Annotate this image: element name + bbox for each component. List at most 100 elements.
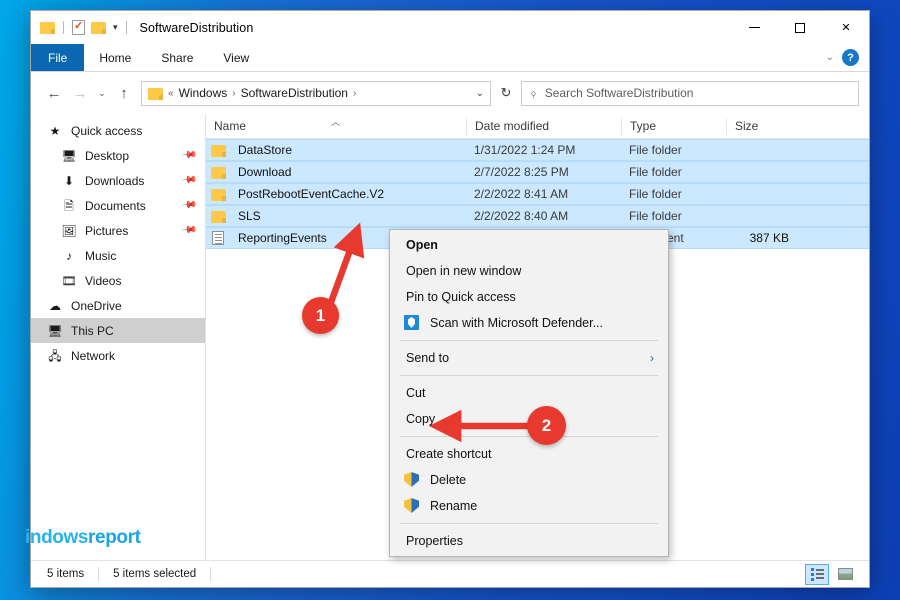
cell-date: 1/31/2022 1:24 PM xyxy=(466,143,621,157)
menu-item-label: Rename xyxy=(430,499,477,513)
customize-caret-icon[interactable]: ▾ xyxy=(113,22,118,33)
uac-shield-icon xyxy=(404,498,419,513)
column-header-size[interactable]: Size xyxy=(726,118,800,135)
tab-file[interactable]: File xyxy=(31,44,84,71)
address-bar[interactable]: « Windows › SoftwareDistribution › ⌄ xyxy=(141,81,491,106)
search-box[interactable]: ⌕ Search SoftwareDistribution xyxy=(521,81,859,106)
menu-separator xyxy=(400,523,658,524)
sidebar-item-pictures[interactable]: 🖼 Pictures 📌 xyxy=(31,218,205,243)
table-row[interactable]: DataStore 1/31/2022 1:24 PM File folder xyxy=(206,139,869,161)
folder-icon xyxy=(206,144,230,157)
folder-icon[interactable] xyxy=(40,21,55,34)
table-row[interactable]: PostRebootEventCache.V2 2/2/2022 8:41 AM… xyxy=(206,183,869,205)
tab-home[interactable]: Home xyxy=(84,44,146,71)
new-folder-icon[interactable] xyxy=(91,21,106,34)
column-header-date-modified[interactable]: Date modified xyxy=(466,118,621,135)
search-input[interactable]: Search SoftwareDistribution xyxy=(545,86,694,100)
cell-date: 2/2/2022 8:41 AM xyxy=(466,187,621,201)
large-icons-view-icon xyxy=(838,568,853,580)
documents-icon: 🗎 xyxy=(61,200,77,212)
tab-view[interactable]: View xyxy=(208,44,264,71)
thispc-icon: 🖥 xyxy=(47,325,63,337)
address-folder-icon xyxy=(148,87,163,100)
cell-name: PostRebootEventCache.V2 xyxy=(230,187,466,201)
toolbar-divider xyxy=(63,21,64,34)
details-view-button[interactable] xyxy=(805,564,829,585)
pictures-icon: 🖼 xyxy=(61,225,77,237)
menu-item-properties[interactable]: Properties xyxy=(390,528,668,554)
sidebar-item-this-pc[interactable]: 🖥 This PC xyxy=(31,318,205,343)
cell-size: 387 KB xyxy=(726,231,800,245)
chevron-right-icon: › xyxy=(650,351,654,365)
breadcrumb-overflow-icon[interactable]: « xyxy=(168,88,174,99)
sidebar-item-onedrive[interactable]: ☁ OneDrive xyxy=(31,293,205,318)
back-button[interactable]: ← xyxy=(41,80,67,106)
sidebar-item-desktop[interactable]: 🖥 Desktop 📌 xyxy=(31,143,205,168)
pin-icon[interactable]: 📌 xyxy=(180,222,197,238)
forward-button[interactable]: → xyxy=(67,80,93,106)
close-button[interactable]: ✕ xyxy=(823,11,869,44)
recent-locations-button[interactable]: ⌄ xyxy=(93,80,111,106)
menu-item-scan-with-microsoft-defender[interactable]: Scan with Microsoft Defender... xyxy=(390,310,668,336)
menu-item-label: Delete xyxy=(430,473,466,487)
refresh-button[interactable]: ↻ xyxy=(491,81,521,106)
cell-type: File folder xyxy=(621,209,726,223)
maximize-icon xyxy=(795,23,805,33)
menu-item-open[interactable]: Open xyxy=(390,232,668,258)
window-controls: ✕ xyxy=(731,11,869,44)
minimize-button[interactable] xyxy=(731,11,777,44)
column-header-type[interactable]: Type xyxy=(621,118,726,135)
defender-shield-icon xyxy=(404,315,419,330)
properties-icon[interactable] xyxy=(72,20,85,35)
sidebar-item-quick-access[interactable]: ★ Quick access xyxy=(31,118,205,143)
annotation-marker-2: 2 xyxy=(527,406,566,445)
breadcrumb-separator-2[interactable]: › xyxy=(353,88,356,99)
uac-shield-icon xyxy=(404,472,419,487)
menu-item-cut[interactable]: Cut xyxy=(390,380,668,406)
menu-item-rename[interactable]: Rename xyxy=(390,493,668,519)
large-icons-view-button[interactable] xyxy=(833,564,857,585)
cell-type: File folder xyxy=(621,143,726,157)
sidebar-item-downloads[interactable]: ⬇ Downloads 📌 xyxy=(31,168,205,193)
breadcrumb-item-windows[interactable]: Windows xyxy=(179,86,228,100)
table-row[interactable]: Download 2/7/2022 8:25 PM File folder xyxy=(206,161,869,183)
sidebar-item-label: Documents xyxy=(85,199,146,213)
menu-item-create-shortcut[interactable]: Create shortcut xyxy=(390,441,668,467)
help-icon[interactable]: ? xyxy=(842,49,859,66)
network-icon: 🖧 xyxy=(47,350,63,362)
download-icon: ⬇ xyxy=(61,175,77,187)
quick-access-toolbar: ▾ xyxy=(31,20,129,35)
pin-icon[interactable]: 📌 xyxy=(180,147,197,163)
sidebar-item-music[interactable]: ♪ Music xyxy=(31,243,205,268)
sidebar-item-label: Quick access xyxy=(71,124,142,138)
search-icon: ⌕ xyxy=(526,85,541,100)
pin-icon[interactable]: 📌 xyxy=(180,197,197,213)
sidebar-item-videos[interactable]: 🎞 Videos xyxy=(31,268,205,293)
menu-separator xyxy=(400,375,658,376)
menu-item-delete[interactable]: Delete xyxy=(390,467,668,493)
address-dropdown-icon[interactable]: ⌄ xyxy=(476,88,484,99)
menu-item-pin-to-quick-access[interactable]: Pin to Quick access xyxy=(390,284,668,310)
cell-type: File folder xyxy=(621,165,726,179)
maximize-button[interactable] xyxy=(777,11,823,44)
menu-item-open-in-new-window[interactable]: Open in new window xyxy=(390,258,668,284)
table-row[interactable]: SLS 2/2/2022 8:40 AM File folder xyxy=(206,205,869,227)
navigation-bar: ← → ⌄ ↑ « Windows › SoftwareDistribution… xyxy=(31,72,869,114)
up-button[interactable]: ↑ xyxy=(111,80,137,106)
cell-name: DataStore xyxy=(230,143,466,157)
folder-icon xyxy=(206,166,230,179)
menu-item-send-to[interactable]: Send to › xyxy=(390,345,668,371)
document-icon xyxy=(206,231,230,245)
watermark-part-b: report xyxy=(88,527,141,548)
cell-name: SLS xyxy=(230,209,466,223)
menu-item-label: Send to xyxy=(406,351,449,365)
sidebar-item-network[interactable]: 🖧 Network xyxy=(31,343,205,368)
details-view-icon xyxy=(811,568,824,581)
breadcrumb-item-softwaredistribution[interactable]: SoftwareDistribution xyxy=(241,86,348,100)
tab-share[interactable]: Share xyxy=(146,44,208,71)
pin-icon[interactable]: 📌 xyxy=(180,172,197,188)
sidebar-item-documents[interactable]: 🗎 Documents 📌 xyxy=(31,193,205,218)
file-explorer-window: ▾ SoftwareDistribution ✕ File Home Share… xyxy=(30,10,870,588)
watermark-part-a: indows xyxy=(25,527,88,548)
chevron-down-icon[interactable]: ⌄ xyxy=(826,52,834,63)
